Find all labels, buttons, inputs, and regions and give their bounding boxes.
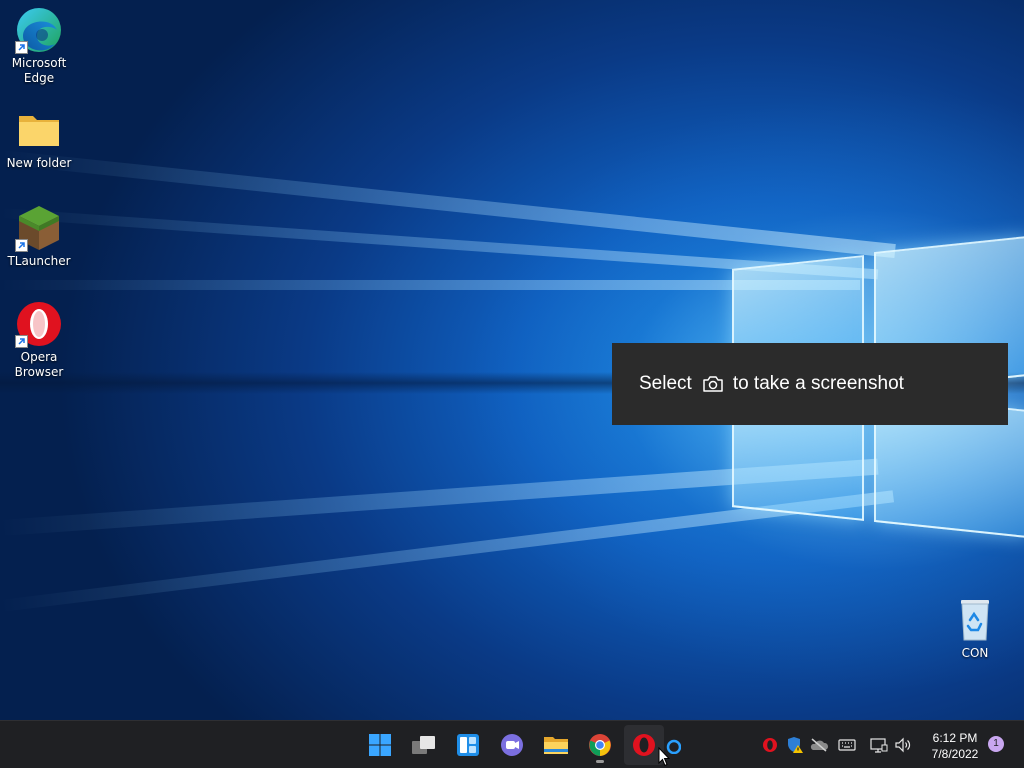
shortcut-arrow-icon: [15, 239, 28, 252]
running-indicator: [596, 760, 604, 763]
volume-icon: [895, 737, 911, 753]
camera-icon: [702, 375, 724, 393]
shortcut-arrow-icon: [15, 41, 28, 54]
notification-badge[interactable]: 1: [988, 736, 1004, 752]
recycle-bin-icon: [951, 596, 999, 644]
desktop-icon-new-folder[interactable]: New folder: [4, 106, 74, 171]
edge-icon: [15, 6, 63, 54]
desktop-wallpaper: Microsoft Edge New folder TLauncher Oper…: [0, 0, 1024, 720]
desktop-icon-label: Opera: [20, 350, 58, 364]
keyboard-icon: [838, 739, 856, 751]
widgets-icon: [457, 734, 479, 756]
onedrive-offline-icon: [810, 738, 829, 752]
desktop-icon-tlauncher[interactable]: TLauncher: [4, 204, 74, 269]
clock-date: 7/8/2022: [931, 747, 979, 761]
start-button[interactable]: [360, 725, 400, 765]
network-icon: [870, 738, 888, 753]
task-view-button[interactable]: [404, 725, 444, 765]
chrome-button[interactable]: [580, 725, 620, 765]
mouse-cursor-icon: [658, 746, 671, 771]
chat-icon: [501, 734, 523, 756]
security-warning-icon: [788, 737, 803, 753]
shortcut-arrow-icon: [15, 335, 28, 348]
file-explorer-button[interactable]: [536, 725, 576, 765]
desktop-icon-label: New folder: [6, 156, 72, 170]
clock[interactable]: 6:12 PM 7/8/2022: [920, 730, 990, 762]
opera-tray-icon: [763, 738, 777, 752]
folder-icon: [15, 106, 63, 154]
widgets-button[interactable]: [448, 725, 488, 765]
chrome-icon: [589, 734, 611, 756]
desktop-icon-recycle-bin[interactable]: CON: [940, 596, 1010, 661]
screenshot-toast[interactable]: Select to take a screenshot: [612, 343, 1008, 425]
task-view-icon: [412, 736, 435, 754]
desktop-icon-label: TLauncher: [7, 254, 71, 268]
tray-keyboard[interactable]: [836, 735, 858, 755]
clock-time: 6:12 PM: [932, 731, 978, 745]
desktop-icon-opera[interactable]: Opera Browser: [4, 300, 74, 380]
tray-opera[interactable]: [759, 735, 781, 755]
tray-onedrive[interactable]: [808, 735, 830, 755]
tray-security[interactable]: [784, 735, 806, 755]
toast-prefix: Select: [639, 373, 692, 394]
tray-network[interactable]: [868, 735, 890, 755]
start-icon: [369, 734, 391, 756]
desktop-icon-label: CON: [961, 646, 989, 660]
tlauncher-icon: [15, 204, 63, 252]
taskbar: 6:12 PM 7/8/2022: [0, 720, 1024, 768]
file-explorer-icon: [544, 737, 568, 754]
wallpaper-beam: [0, 280, 860, 290]
toast-suffix: to take a screenshot: [732, 373, 904, 394]
tray-volume[interactable]: [892, 735, 914, 755]
desktop-icon-label: Microsoft: [11, 56, 67, 70]
chat-button[interactable]: [492, 725, 532, 765]
opera-icon: [15, 300, 63, 348]
desktop-icon-label: Edge: [23, 71, 55, 85]
desktop-icon-label: Browser: [14, 365, 64, 379]
desktop-icon-edge[interactable]: Microsoft Edge: [4, 6, 74, 86]
